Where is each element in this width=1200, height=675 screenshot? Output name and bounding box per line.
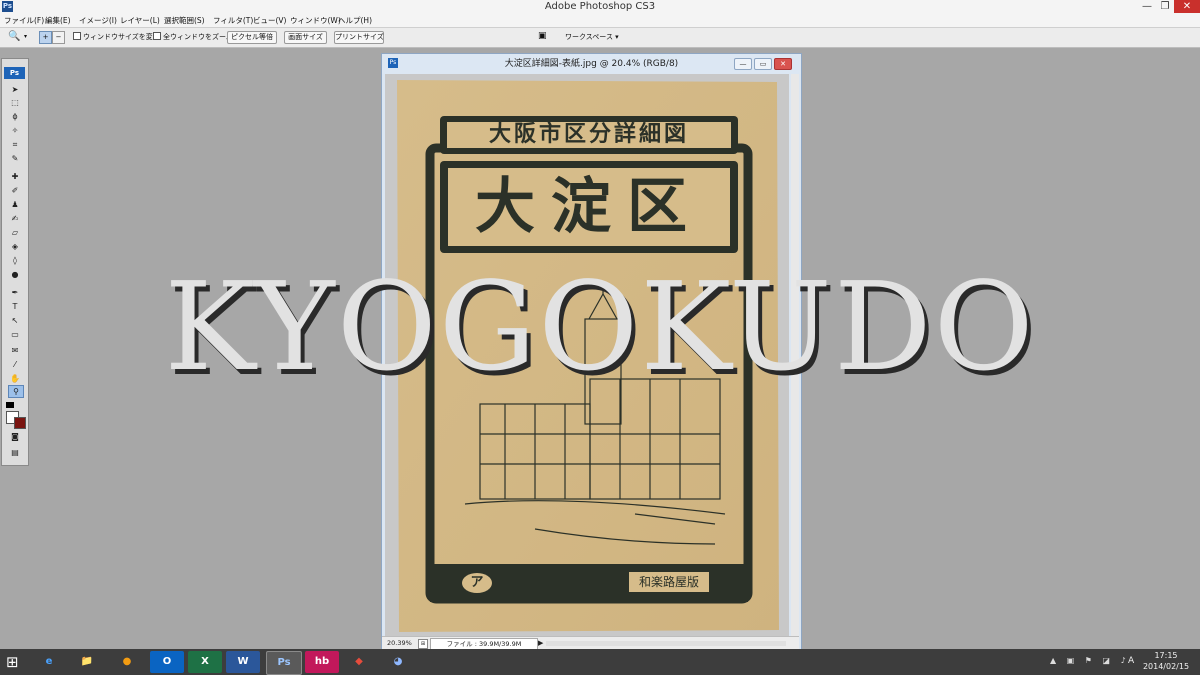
document-maximize-button[interactable]: ▭ bbox=[754, 58, 772, 70]
maximize-button[interactable]: ❐ bbox=[1156, 0, 1174, 13]
document-minimize-button[interactable]: — bbox=[734, 58, 752, 70]
outlook-icon[interactable]: O bbox=[150, 651, 184, 673]
dodge-tool-icon[interactable]: ● bbox=[8, 269, 22, 280]
file-explorer-icon[interactable]: 📁 bbox=[70, 651, 104, 673]
menu-file[interactable]: ファイル(F) bbox=[4, 14, 44, 27]
cover-top-title: 大阪市区分詳細図 bbox=[488, 122, 689, 147]
options-bar: 🔍 ▾ + − ウィンドウサイズを変更 全ウィンドウをズーム ピクセル等倍 画面… bbox=[0, 28, 1200, 48]
zoom-tool-icon[interactable]: 🔍 bbox=[8, 31, 20, 42]
menu-edit[interactable]: 編集(E) bbox=[45, 14, 71, 27]
menu-window[interactable]: ウィンドウ(W) bbox=[290, 14, 341, 27]
type-tool-icon[interactable]: T bbox=[8, 301, 22, 312]
slice-tool-icon[interactable]: ✎ bbox=[8, 153, 22, 164]
eraser-tool-icon[interactable]: ▱ bbox=[8, 227, 22, 238]
app-title: Adobe Photoshop CS3 bbox=[544, 1, 656, 12]
clone-stamp-tool-icon[interactable]: ♟ bbox=[8, 199, 22, 210]
zoom-in-icon[interactable]: + bbox=[39, 31, 52, 44]
zoom-tool-panel-icon[interactable]: ⚲ bbox=[8, 385, 24, 398]
windows-start-icon[interactable]: ⊞ bbox=[6, 653, 19, 671]
document-status-bar: 20.39% ⊞ ファイル : 39.9M/39.9M ▶ bbox=[382, 636, 799, 650]
quick-mask-icon[interactable]: ◙ bbox=[8, 431, 22, 442]
resize-windows-label: ウィンドウサイズを変更 bbox=[83, 33, 160, 41]
checkbox-icon bbox=[73, 32, 81, 40]
print-size-button[interactable]: プリントサイズ bbox=[334, 31, 384, 44]
background-color-swatch[interactable] bbox=[14, 417, 26, 429]
fit-screen-button[interactable]: 画面サイズ bbox=[284, 31, 327, 44]
blur-tool-icon[interactable]: ◊ bbox=[8, 255, 22, 266]
document-close-button[interactable]: ✕ bbox=[774, 58, 792, 70]
menu-view[interactable]: ビュー(V) bbox=[253, 14, 286, 27]
menu-help[interactable]: ヘルプ(H) bbox=[338, 14, 372, 27]
tool-preset-dropdown-icon[interactable]: ▾ bbox=[24, 33, 27, 40]
screen-mode-icon[interactable]: ▤ bbox=[8, 447, 22, 458]
hand-tool-icon[interactable]: ✋ bbox=[8, 373, 22, 384]
document-title-bar[interactable]: Ps 大淀区詳細図-表紙.jpg @ 20.4% (RGB/8) — ▭ ✕ bbox=[382, 54, 801, 74]
lasso-tool-icon[interactable]: ϕ bbox=[8, 111, 22, 122]
menu-image[interactable]: イメージ(I) bbox=[79, 14, 117, 27]
ime-indicator[interactable]: A bbox=[1128, 656, 1134, 666]
publisher-logo: ア bbox=[470, 575, 484, 590]
brush-tool-icon[interactable]: ✐ bbox=[8, 185, 22, 196]
close-button[interactable]: ✕ bbox=[1174, 0, 1200, 13]
path-selection-tool-icon[interactable]: ↖ bbox=[8, 315, 22, 326]
menu-layer[interactable]: レイヤー(L) bbox=[120, 14, 160, 27]
status-info-icon[interactable]: ⊞ bbox=[418, 639, 428, 649]
windows-taskbar: ⊞ e 📁 ● O X W Ps hb ◆ ◕ ▲ ▣ ⚑ ◪ ♪ A 17:1… bbox=[0, 649, 1200, 675]
resize-windows-checkbox[interactable]: ウィンドウサイズを変更 bbox=[73, 32, 160, 43]
publisher-name: 和楽路屋版 bbox=[638, 575, 699, 589]
photoshop-taskbar-icon[interactable]: Ps bbox=[266, 651, 302, 675]
checkbox-icon bbox=[153, 32, 161, 40]
menu-select[interactable]: 選択範囲(S) bbox=[164, 14, 205, 27]
notes-tool-icon[interactable]: ✉ bbox=[8, 345, 22, 356]
shape-tool-icon[interactable]: ▭ bbox=[8, 329, 22, 340]
zoom-out-icon[interactable]: − bbox=[52, 31, 65, 44]
magic-wand-tool-icon[interactable]: ✧ bbox=[8, 125, 22, 136]
menu-bar: ファイル(F) 編集(E) イメージ(I) レイヤー(L) 選択範囲(S) フィ… bbox=[0, 14, 1200, 28]
internet-explorer-icon[interactable]: e bbox=[32, 651, 66, 673]
kyogokudo-watermark: KYOGOKUDO bbox=[164, 256, 1036, 398]
history-brush-tool-icon[interactable]: ✍ bbox=[8, 213, 22, 224]
eyedropper-tool-icon[interactable]: ⁄ bbox=[8, 359, 22, 370]
move-tool-icon[interactable]: ➤ bbox=[8, 84, 22, 95]
app-colorful-icon[interactable]: ◆ bbox=[342, 651, 376, 673]
default-colors-icon[interactable] bbox=[6, 402, 14, 408]
cover-district-name: 大淀区 bbox=[475, 172, 703, 242]
app-palette-icon[interactable]: ◕ bbox=[381, 651, 415, 673]
word-icon[interactable]: W bbox=[226, 651, 260, 673]
app-orange-icon[interactable]: ● bbox=[110, 651, 144, 673]
system-tray-icons[interactable]: ▲ ▣ ⚑ ◪ ♪ bbox=[1050, 656, 1130, 665]
app-pink-icon[interactable]: hb bbox=[305, 651, 339, 673]
tools-panel: Ps ➤ ⬚ ϕ ✧ ⌗ ✎ ✚ ✐ ♟ ✍ ▱ ◈ ◊ ● ✒ T ↖ ▭ ✉… bbox=[1, 58, 29, 466]
app-title-bar: Ps Adobe Photoshop CS3 — ❐ ✕ bbox=[0, 0, 1200, 15]
menu-filter[interactable]: フィルタ(T) bbox=[213, 14, 253, 27]
crop-tool-icon[interactable]: ⌗ bbox=[8, 139, 22, 150]
clock-date: 2014/02/15 bbox=[1142, 662, 1190, 671]
zoom-all-windows-label: 全ウィンドウをズーム bbox=[163, 33, 233, 41]
clock-time: 17:15 bbox=[1154, 651, 1178, 660]
system-clock[interactable]: 17:15 2014/02/15 bbox=[1135, 650, 1197, 672]
workspace-menu[interactable]: ワークスペース ▾ bbox=[565, 32, 619, 42]
workspace-icon[interactable]: ▣ bbox=[538, 31, 547, 41]
actual-pixels-button[interactable]: ピクセル等倍 bbox=[227, 31, 277, 44]
healing-brush-tool-icon[interactable]: ✚ bbox=[8, 171, 22, 182]
paint-bucket-tool-icon[interactable]: ◈ bbox=[8, 241, 22, 252]
marquee-tool-icon[interactable]: ⬚ bbox=[8, 97, 22, 108]
pen-tool-icon[interactable]: ✒ bbox=[8, 287, 22, 298]
horizontal-scrollbar[interactable] bbox=[546, 641, 786, 646]
excel-icon[interactable]: X bbox=[188, 651, 222, 673]
zoom-all-windows-checkbox[interactable]: 全ウィンドウをズーム bbox=[153, 32, 233, 43]
photoshop-logo[interactable]: Ps bbox=[4, 67, 25, 79]
minimize-button[interactable]: — bbox=[1138, 0, 1156, 13]
